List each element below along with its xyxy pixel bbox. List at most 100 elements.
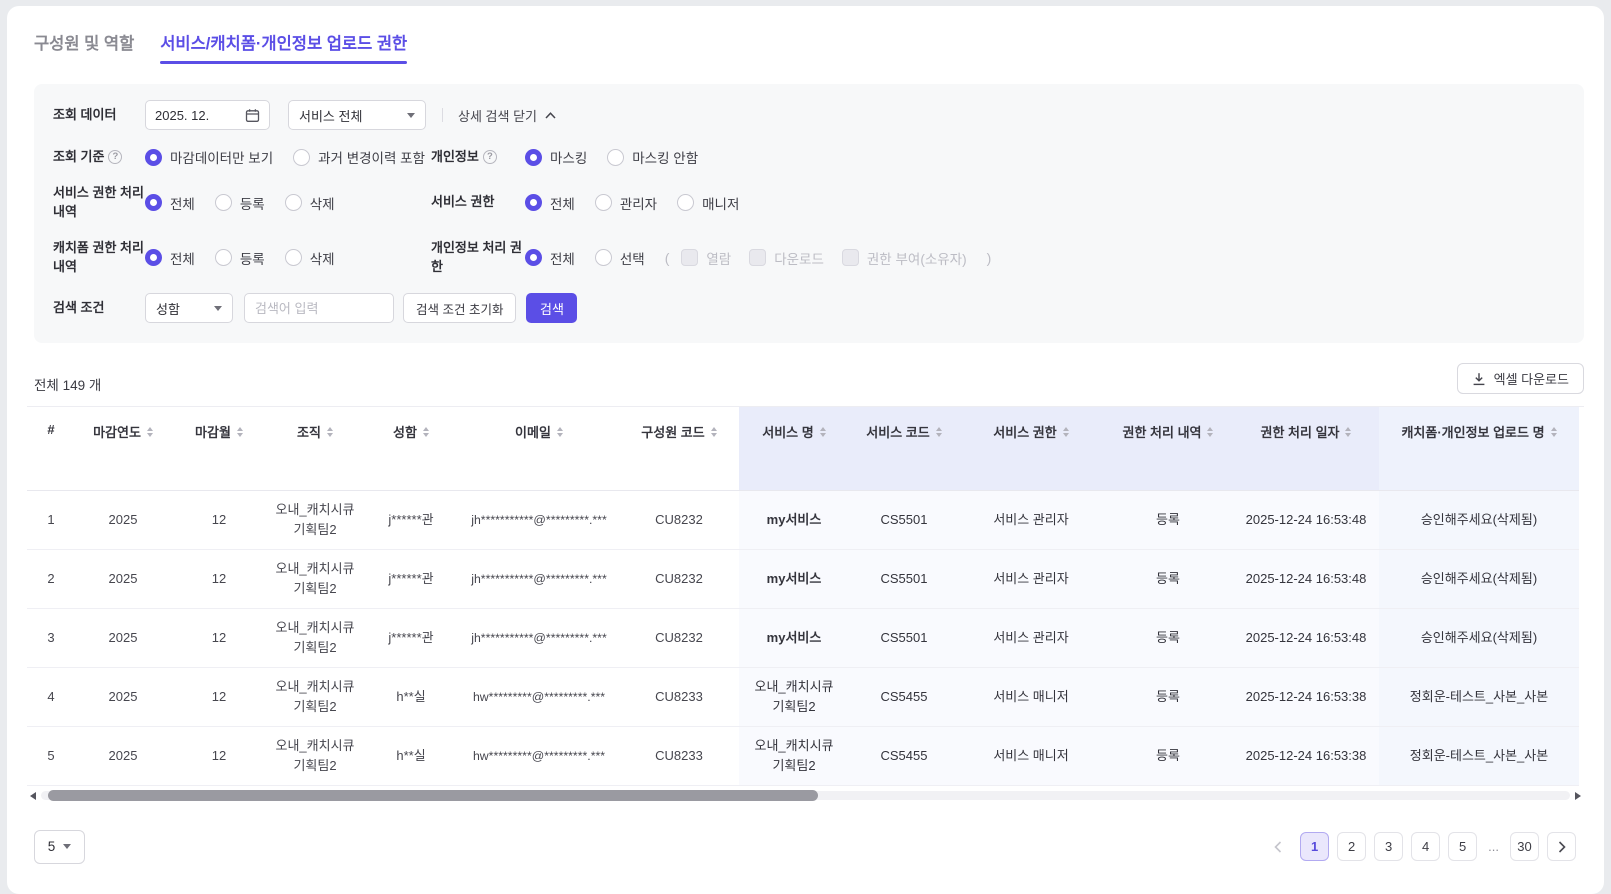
radio-select[interactable]: 선택 (594, 248, 645, 268)
radio-register[interactable]: 등록 (214, 248, 265, 268)
radio-label: 전체 (170, 196, 195, 212)
col-header-service-name[interactable]: 서비스 명 (739, 407, 849, 491)
cell-email: hw*********@*********.*** (459, 726, 619, 786)
cell-service-perm: 서비스 매니저 (959, 667, 1103, 727)
excel-download-label: 엑셀 다운로드 (1493, 372, 1569, 388)
sort-icon[interactable] (146, 426, 153, 437)
sort-icon[interactable] (1207, 426, 1214, 437)
help-icon[interactable] (482, 150, 497, 164)
radio-all[interactable]: 전체 (145, 248, 195, 268)
col-header-email[interactable]: 이메일 (459, 407, 619, 491)
col-header-closing-year[interactable]: 마감연도 (75, 407, 171, 491)
radio-no-masking[interactable]: 마스킹 안함 (607, 147, 698, 167)
cell-perm-history: 등록 (1103, 549, 1233, 609)
chevron-up-icon (545, 111, 556, 119)
excel-download-button[interactable]: 엑셀 다운로드 (1456, 363, 1584, 395)
reset-filters-button[interactable]: 검색 조건 초기화 (403, 293, 517, 324)
radio-admin[interactable]: 관리자 (594, 193, 658, 213)
col-header-organization[interactable]: 조직 (267, 407, 363, 491)
radio-all[interactable]: 전체 (525, 193, 575, 213)
radio-label: 매니저 (702, 196, 740, 212)
sort-icon[interactable] (236, 426, 243, 437)
page-button-2[interactable]: 2 (1337, 832, 1367, 862)
cell-organization: 오내_캐치시큐 기획팀2 (267, 549, 363, 609)
sort-icon[interactable] (1550, 426, 1557, 437)
radio-icon (525, 148, 542, 166)
radio-all[interactable]: 전체 (525, 248, 575, 268)
radio-closing-data-only[interactable]: 마감데이터만 보기 (145, 147, 273, 167)
scroll-left-arrow-icon[interactable] (30, 791, 36, 800)
sort-icon[interactable] (935, 426, 942, 437)
filter-row-search: 검색 조건 성함 검색 조건 초기화 검색 (53, 293, 1565, 324)
sort-icon[interactable] (326, 426, 333, 437)
sort-icon[interactable] (1345, 426, 1352, 437)
scroll-right-arrow-icon[interactable] (1575, 791, 1581, 800)
radio-icon (293, 148, 311, 166)
col-header-perm-history[interactable]: 권한 처리 내역 (1103, 407, 1233, 491)
checkbox-view[interactable]: 열람 (681, 248, 731, 268)
results-table: # 마감연도 마감월 조직 성함 이메일 구성원 코드 서비스 명 서비스 코드… (27, 407, 1579, 786)
col-header-closing-month[interactable]: 마감월 (171, 407, 267, 491)
total-count: 전체 149 개 (34, 378, 102, 394)
checkbox-download[interactable]: 다운로드 (749, 248, 824, 268)
cell-service-code: CS5501 (849, 608, 959, 668)
radio-delete[interactable]: 삭제 (284, 193, 335, 213)
radio-label: 삭제 (309, 251, 335, 267)
page-button-3[interactable]: 3 (1374, 832, 1404, 862)
cell-upload-name: 정회운-테스트_사본_사본 (1379, 726, 1579, 786)
radio-manager[interactable]: 매니저 (677, 193, 739, 213)
tab-members-roles[interactable]: 구성원 및 역할 (34, 30, 134, 54)
radio-icon (145, 194, 162, 212)
radio-label: 관리자 (619, 196, 658, 212)
page-button-30[interactable]: 30 (1510, 832, 1539, 862)
checkbox-label: 권한 부여(소유자) (866, 251, 967, 267)
tab-upload-permission[interactable]: 서비스/캐치폼·개인정보 업로드 권한 (160, 30, 407, 64)
cell-closing-month: 12 (171, 667, 267, 727)
help-icon[interactable] (108, 150, 123, 164)
radio-masking[interactable]: 마스킹 (525, 147, 587, 167)
col-header-service-code[interactable]: 서비스 코드 (849, 407, 959, 491)
next-page-button[interactable] (1547, 832, 1576, 862)
search-field-select[interactable]: 성함 (145, 293, 233, 324)
privacy-perm-label: 개인정보 처리 권한 (431, 239, 522, 274)
radio-register[interactable]: 등록 (214, 193, 265, 213)
col-header-label: 권한 처리 내역 (1122, 425, 1202, 441)
sort-icon[interactable] (710, 426, 717, 437)
col-header-perm-date[interactable]: 권한 처리 일자 (1233, 407, 1379, 491)
page-button-1[interactable]: 1 (1300, 832, 1330, 862)
prev-page-button[interactable] (1263, 832, 1292, 861)
service-select-value: 서비스 전체 (299, 108, 363, 124)
page-size-select[interactable]: 5 (34, 829, 85, 864)
cell-service-code: CS5455 (849, 667, 959, 727)
checkbox-grant-owner[interactable]: 권한 부여(소유자) (841, 248, 967, 268)
catchform-history-label: 캐치폼 권한 처리 내역 (53, 239, 144, 274)
query-basis-options: 마감데이터만 보기 과거 변경이력 포함 (145, 147, 431, 167)
col-header-name[interactable]: 성함 (363, 407, 459, 491)
col-header-member-code[interactable]: 구성원 코드 (619, 407, 739, 491)
cell-organization: 오내_캐치시큐 기획팀2 (267, 490, 363, 550)
sort-icon[interactable] (1062, 426, 1069, 437)
radio-include-past-changes[interactable]: 과거 변경이력 포함 (293, 147, 425, 167)
cell-closing-year: 2025 (75, 490, 171, 550)
scrollbar-thumb[interactable] (48, 789, 818, 801)
cell-organization: 오내_캐치시큐 기획팀2 (267, 608, 363, 668)
horizontal-scrollbar[interactable] (27, 788, 1584, 802)
summary-bar: 전체 149 개 엑셀 다운로드 (28, 363, 1584, 395)
table-row: 1 2025 12 오내_캐치시큐 기획팀2 j******관 jh******… (27, 490, 1579, 550)
radio-icon (214, 249, 232, 267)
service-perm-history-options: 전체 등록 삭제 (145, 193, 431, 213)
date-input[interactable]: 2025. 12. (145, 100, 270, 130)
sort-icon[interactable] (422, 426, 429, 437)
radio-delete[interactable]: 삭제 (284, 248, 335, 268)
col-header-service-perm[interactable]: 서비스 권한 (959, 407, 1103, 491)
sort-icon[interactable] (819, 426, 826, 437)
page-button-4[interactable]: 4 (1411, 832, 1441, 862)
page-button-5[interactable]: 5 (1448, 832, 1478, 862)
detail-search-toggle[interactable]: 상세 검색 닫기 (458, 106, 556, 125)
search-input[interactable] (244, 293, 394, 324)
sort-icon[interactable] (556, 426, 563, 437)
radio-all[interactable]: 전체 (145, 193, 195, 213)
service-select[interactable]: 서비스 전체 (288, 100, 426, 130)
col-header-upload-name[interactable]: 캐치폼·개인정보 업로드 명 (1379, 407, 1579, 491)
search-button[interactable]: 검색 (526, 293, 578, 324)
